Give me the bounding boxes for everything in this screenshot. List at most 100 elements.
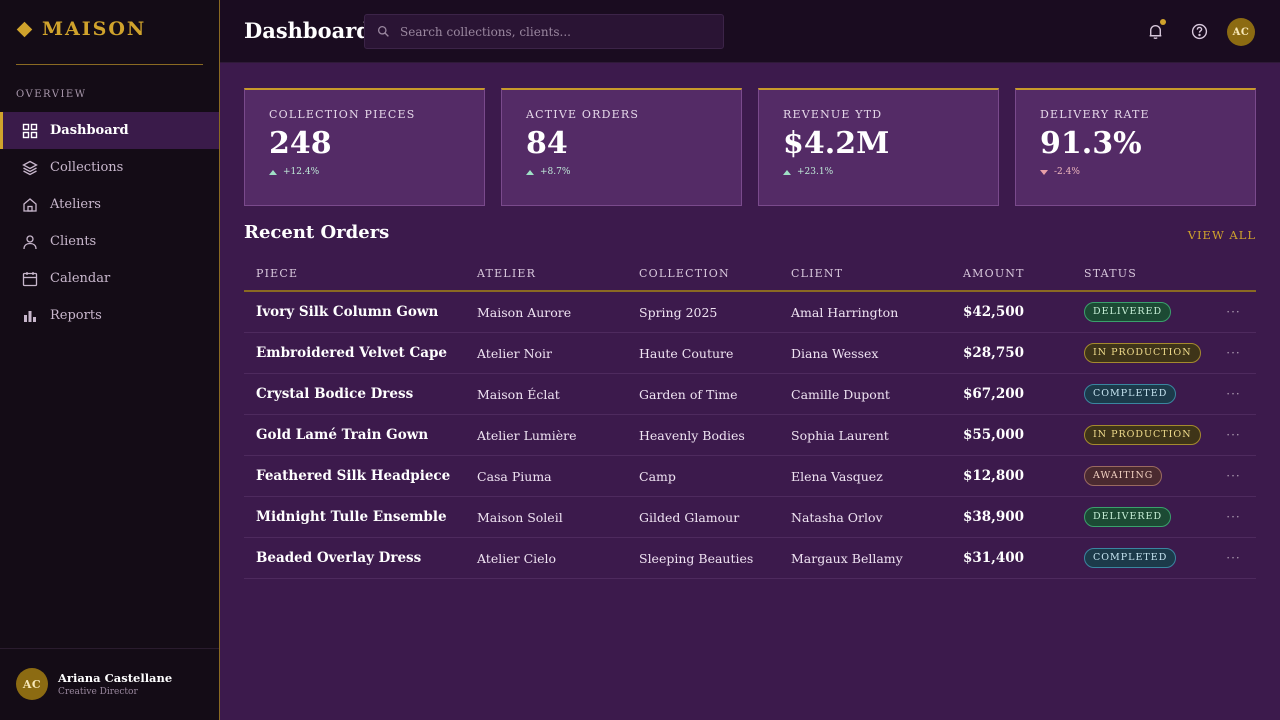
sidebar-item-ateliers[interactable]: Ateliers <box>0 186 219 223</box>
cell-piece: Ivory Silk Column Gown <box>256 304 439 320</box>
kpi-value: $4.2M <box>783 126 890 161</box>
kpi-delta: -2.4% <box>1040 167 1231 177</box>
table-row[interactable]: Midnight Tulle Ensemble Maison Soleil Gi… <box>244 497 1256 538</box>
trend-down-icon <box>1040 169 1048 175</box>
sidebar-item-label: Dashboard <box>50 123 129 138</box>
kpi-value: 84 <box>526 126 568 161</box>
column-header-piece[interactable]: PIECE <box>244 267 477 280</box>
sidebar-nav: Dashboard Collections Ateliers Clients C… <box>0 112 219 334</box>
trend-up-icon <box>526 169 534 175</box>
cell-atelier: Atelier Cielo <box>477 550 557 566</box>
user-icon <box>22 234 38 250</box>
brand-logo[interactable]: MAISON <box>16 18 146 40</box>
search-box[interactable] <box>364 14 724 49</box>
help-icon <box>1191 23 1207 39</box>
sidebar-item-clients[interactable]: Clients <box>0 223 219 260</box>
kpi-delta-value: +23.1% <box>797 167 834 177</box>
status-badge: DELIVERED <box>1084 302 1172 322</box>
sidebar-item-collections[interactable]: Collections <box>0 149 219 186</box>
kpi-delta: +8.7% <box>526 167 717 177</box>
search-icon <box>377 25 389 37</box>
user-profile[interactable]: AC Ariana Castellane Creative Director <box>16 668 172 700</box>
row-actions-button[interactable]: ··· <box>1211 510 1256 524</box>
row-actions-button[interactable]: ··· <box>1211 387 1256 401</box>
cell-piece: Gold Lamé Train Gown <box>256 427 429 443</box>
cell-piece: Feathered Silk Headpiece <box>256 468 451 484</box>
sidebar-item-reports[interactable]: Reports <box>0 297 219 334</box>
view-all-link[interactable]: VIEW ALL <box>1188 228 1256 242</box>
table-row[interactable]: Embroidered Velvet Cape Atelier Noir Hau… <box>244 333 1256 374</box>
sidebar-item-label: Clients <box>50 234 97 249</box>
avatar: AC <box>16 668 48 700</box>
column-header-client[interactable]: CLIENT <box>791 267 963 280</box>
cell-collection: Camp <box>639 468 676 484</box>
cell-collection: Spring 2025 <box>639 304 718 320</box>
notifications-button[interactable] <box>1146 19 1166 40</box>
cell-client: Sophia Laurent <box>791 427 889 443</box>
status-badge: COMPLETED <box>1084 384 1177 404</box>
user-name: Ariana Castellane <box>58 671 173 685</box>
cell-amount: $28,750 <box>963 345 1025 361</box>
kpi-delta-value: +12.4% <box>283 167 320 177</box>
table-row[interactable]: Crystal Bodice Dress Maison Éclat Garden… <box>244 374 1256 415</box>
column-header-status[interactable]: STATUS <box>1084 267 1211 280</box>
cell-status: AWAITING <box>1084 466 1211 486</box>
table-row[interactable]: Gold Lamé Train Gown Atelier Lumière Hea… <box>244 415 1256 456</box>
row-actions-button[interactable]: ··· <box>1211 551 1256 565</box>
sidebar-item-label: Calendar <box>50 271 111 286</box>
status-badge: COMPLETED <box>1084 548 1177 568</box>
cell-piece: Crystal Bodice Dress <box>256 386 414 402</box>
sidebar-item-label: Collections <box>50 160 124 175</box>
cell-atelier: Casa Piuma <box>477 468 552 484</box>
orders-table: PIECE ATELIER COLLECTION CLIENT AMOUNT S… <box>244 256 1256 579</box>
table-row[interactable]: Beaded Overlay Dress Atelier Cielo Sleep… <box>244 538 1256 579</box>
kpi-card-active-orders[interactable]: ACTIVE ORDERS 84 +8.7% <box>501 88 742 206</box>
cell-status: DELIVERED <box>1084 507 1211 527</box>
recent-orders-title: Recent Orders <box>244 222 390 243</box>
user-avatar-button[interactable]: AC <box>1227 18 1255 46</box>
row-actions-button[interactable]: ··· <box>1211 428 1256 442</box>
user-info: Ariana Castellane Creative Director <box>58 671 172 697</box>
sidebar-item-calendar[interactable]: Calendar <box>0 260 219 297</box>
kpi-card-collection-pieces[interactable]: COLLECTION PIECES 248 +12.4% <box>244 88 485 206</box>
cell-collection: Garden of Time <box>639 386 738 402</box>
cell-piece: Embroidered Velvet Cape <box>256 345 447 361</box>
trend-up-icon <box>269 169 277 175</box>
brand-divider <box>16 64 203 65</box>
cell-collection: Haute Couture <box>639 345 734 361</box>
cell-amount: $42,500 <box>963 304 1025 320</box>
status-badge: IN PRODUCTION <box>1084 343 1201 363</box>
kpi-card-revenue-ytd[interactable]: REVENUE YTD $4.2M +23.1% <box>758 88 999 206</box>
column-header-amount[interactable]: AMOUNT <box>963 267 1084 280</box>
cell-client: Elena Vasquez <box>791 468 883 484</box>
cell-atelier: Maison Soleil <box>477 509 563 525</box>
brand-name: MAISON <box>42 18 147 40</box>
column-header-atelier[interactable]: ATELIER <box>477 267 639 280</box>
kpi-label: REVENUE YTD <box>783 108 883 121</box>
table-row[interactable]: Feathered Silk Headpiece Casa Piuma Camp… <box>244 456 1256 497</box>
cell-status: IN PRODUCTION <box>1084 343 1211 363</box>
table-row[interactable]: Ivory Silk Column Gown Maison Aurore Spr… <box>244 292 1256 333</box>
cell-client: Margaux Bellamy <box>791 550 903 566</box>
cell-collection: Gilded Glamour <box>639 509 740 525</box>
bar-chart-icon <box>22 308 38 324</box>
cell-amount: $31,400 <box>963 550 1025 566</box>
row-actions-button[interactable]: ··· <box>1211 346 1256 360</box>
table-header: PIECE ATELIER COLLECTION CLIENT AMOUNT S… <box>244 256 1256 292</box>
topbar: Dashboard AC <box>220 0 1280 63</box>
row-actions-button[interactable]: ··· <box>1211 469 1256 483</box>
cell-amount: $12,800 <box>963 468 1025 484</box>
cell-amount: $38,900 <box>963 509 1025 525</box>
column-header-collection[interactable]: COLLECTION <box>639 267 791 280</box>
grid-icon <box>22 123 38 139</box>
search-input[interactable] <box>400 24 700 39</box>
cell-atelier: Atelier Noir <box>477 345 553 361</box>
kpi-card-delivery-rate[interactable]: DELIVERY RATE 91.3% -2.4% <box>1015 88 1256 206</box>
calendar-icon <box>22 271 38 287</box>
help-button[interactable] <box>1190 22 1208 40</box>
row-actions-button[interactable]: ··· <box>1211 305 1256 319</box>
sidebar-item-dashboard[interactable]: Dashboard <box>0 112 219 149</box>
cell-client: Camille Dupont <box>791 386 890 402</box>
kpi-label: DELIVERY RATE <box>1040 108 1150 121</box>
notification-dot <box>1160 19 1166 25</box>
